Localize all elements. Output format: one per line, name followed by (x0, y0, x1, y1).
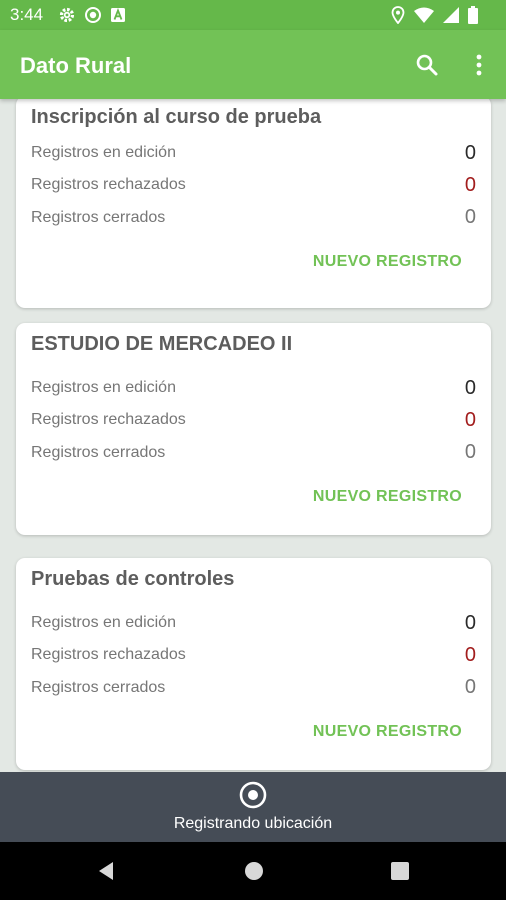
location-status-text: Registrando ubicación (173, 815, 333, 832)
stat-value-rejected: 0 (464, 409, 476, 431)
wifi-icon (414, 7, 434, 23)
card-title: ESTUDIO DE MERCADEO II (31, 333, 293, 355)
stat-label-rejected: Registros rechazados (31, 646, 186, 663)
stat-label-rejected: Registros rechazados (31, 176, 186, 193)
search-icon (416, 54, 438, 76)
signal-icon (443, 7, 459, 23)
location-status-bar: Registrando ubicación (0, 772, 506, 842)
search-button[interactable] (410, 48, 444, 82)
stat-value-rejected: 0 (464, 174, 476, 196)
new-record-button[interactable]: NUEVO REGISTRO (313, 253, 462, 271)
system-nav-bar (0, 842, 506, 900)
stat-label-closed: Registros cerrados (31, 209, 166, 226)
new-record-button[interactable]: NUEVO REGISTRO (313, 488, 462, 506)
stat-label-editing: Registros en edición (31, 144, 176, 161)
more-vert-icon (476, 54, 482, 76)
status-left-icons (58, 6, 126, 24)
status-time: 3:44 (10, 5, 44, 24)
back-icon[interactable] (95, 859, 119, 883)
form-card: Inscripción al curso de prueba Registros… (16, 99, 491, 308)
form-card: Pruebas de controles Registros en edició… (16, 558, 491, 770)
app-bar: Dato Rural (0, 30, 506, 99)
card-title: Inscripción al curso de prueba (31, 106, 322, 128)
battery-icon (468, 6, 478, 24)
target-location-icon (239, 781, 267, 809)
stat-value-closed: 0 (464, 676, 476, 698)
stat-label-closed: Registros cerrados (31, 679, 166, 696)
a-badge-icon (111, 8, 125, 22)
stat-label-editing: Registros en edición (31, 379, 176, 396)
stat-value-closed: 0 (464, 206, 476, 228)
stat-label-rejected: Registros rechazados (31, 411, 186, 428)
stat-value-editing: 0 (464, 612, 476, 634)
gear-icon (59, 7, 75, 23)
status-bar: 3:44 (0, 0, 506, 30)
app-title: Dato Rural (20, 53, 132, 78)
stat-value-rejected: 0 (464, 644, 476, 666)
stat-value-closed: 0 (464, 441, 476, 463)
form-card: ESTUDIO DE MERCADEO II Registros en edic… (16, 323, 491, 535)
recents-icon[interactable] (388, 859, 412, 883)
stat-label-editing: Registros en edición (31, 614, 176, 631)
form-list[interactable]: Inscripción al curso de prueba Registros… (0, 99, 506, 772)
media-icon (85, 7, 101, 23)
stat-value-editing: 0 (464, 142, 476, 164)
new-record-button[interactable]: NUEVO REGISTRO (313, 723, 462, 741)
location-pin-icon (391, 6, 405, 24)
home-icon[interactable] (242, 859, 266, 883)
stat-label-closed: Registros cerrados (31, 444, 166, 461)
stat-value-editing: 0 (464, 377, 476, 399)
status-right-icons (391, 6, 478, 24)
card-title: Pruebas de controles (31, 568, 235, 590)
more-options-button[interactable] (462, 48, 496, 82)
